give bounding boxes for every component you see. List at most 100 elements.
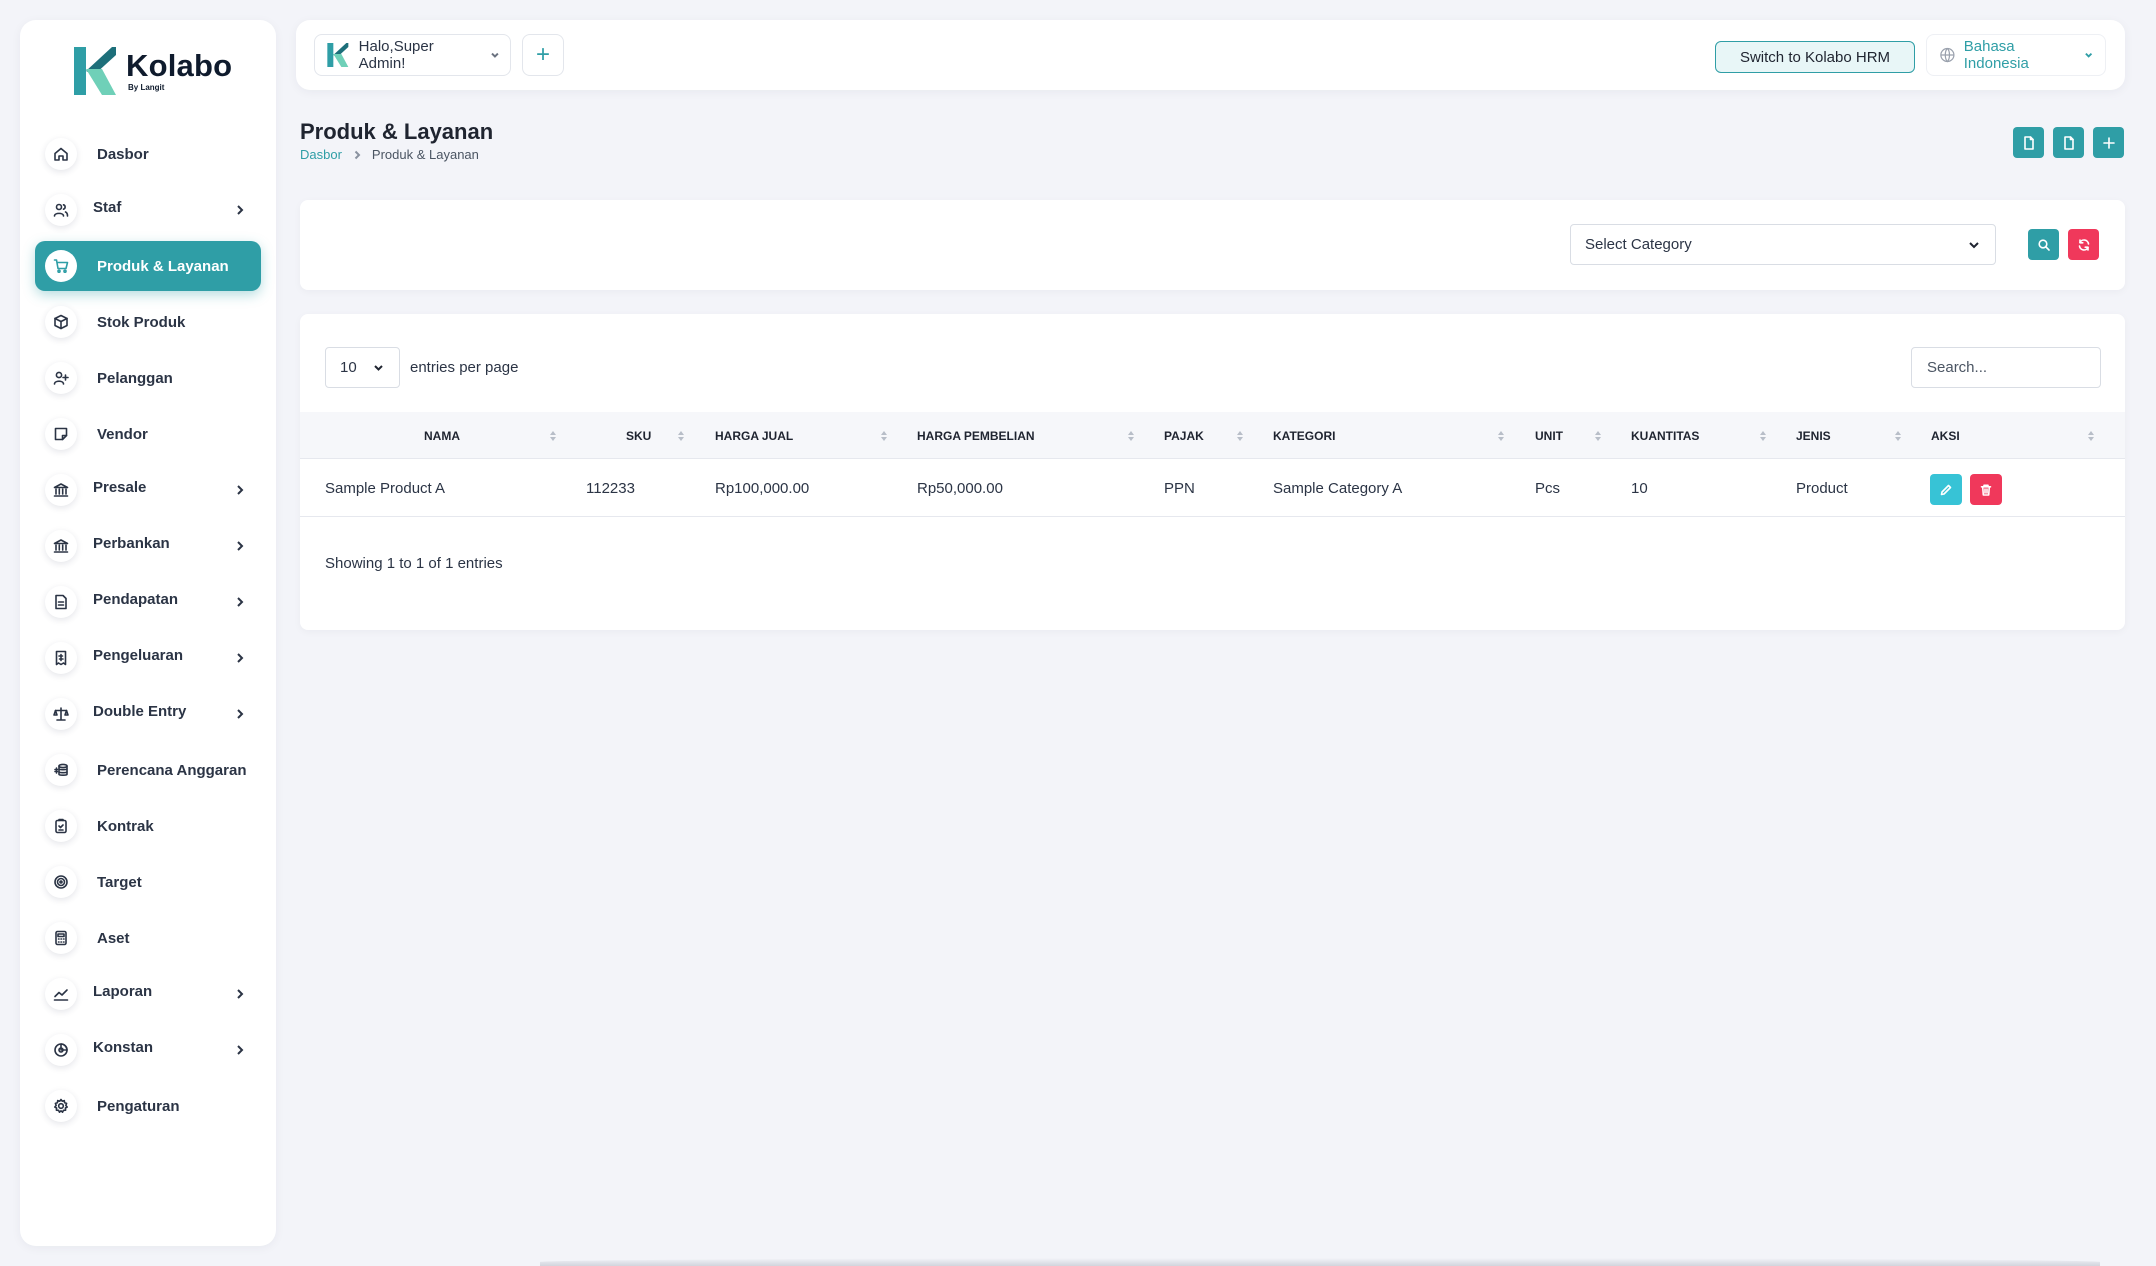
user-plus-icon xyxy=(45,362,77,394)
sidebar-item-label: Dasbor xyxy=(97,145,149,163)
edit-button[interactable] xyxy=(1930,474,1962,505)
sidebar-item-aset[interactable]: Aset xyxy=(35,913,261,963)
sidebar-item-stok-produk[interactable]: Stok Produk xyxy=(35,297,261,347)
col-header-kuantitas[interactable]: KUANTITAS xyxy=(1631,412,1699,459)
clipboard-icon xyxy=(45,810,77,842)
user-menu[interactable]: Halo,Super Admin! xyxy=(314,34,511,76)
sidebar-item-label: Presale xyxy=(93,478,147,496)
col-header-pajak[interactable]: PAJAK xyxy=(1164,412,1204,459)
table-search-input[interactable] xyxy=(1911,347,2101,388)
sidebar-item-konstan[interactable]: Konstan xyxy=(35,1025,261,1075)
chart-line-icon xyxy=(45,978,77,1010)
sort-icon[interactable] xyxy=(677,428,685,444)
import-button[interactable] xyxy=(2013,127,2044,158)
sidebar-item-label: Vendor xyxy=(97,425,148,443)
cell-harga-pembelian: Rp50,000.00 xyxy=(917,479,1003,497)
sort-icon[interactable] xyxy=(2087,428,2095,444)
refresh-icon xyxy=(2078,238,2089,251)
plus-icon xyxy=(2102,136,2115,149)
chevron-right-icon xyxy=(352,150,362,160)
col-header-jenis[interactable]: JENIS xyxy=(1796,412,1831,459)
sidebar-item-label: Perencana Anggaran xyxy=(97,761,247,779)
sidebar-item-vendor[interactable]: Vendor xyxy=(35,409,261,459)
col-header-unit[interactable]: UNIT xyxy=(1535,412,1563,459)
bank-icon xyxy=(45,530,77,562)
category-select[interactable]: Select Category xyxy=(1570,224,1996,265)
per-page-label: entries per page xyxy=(410,359,519,376)
col-header-kategori[interactable]: KATEGORI xyxy=(1273,412,1335,459)
filter-card: Select Category xyxy=(300,200,2125,290)
col-header-aksi[interactable]: AKSI xyxy=(1931,412,1960,459)
export-button[interactable] xyxy=(2053,127,2084,158)
quick-add-button[interactable]: + xyxy=(522,34,564,76)
col-header-nama[interactable]: NAMA xyxy=(424,412,460,459)
user-greeting: Halo,Super Admin! xyxy=(358,38,434,72)
reset-filter-button[interactable] xyxy=(2068,229,2099,260)
col-header-harga-jual[interactable]: HARGA JUAL xyxy=(715,412,793,459)
sidebar-item-produk-layanan[interactable]: Produk & Layanan xyxy=(35,241,261,291)
topbar: Halo,Super Admin! + Switch to Kolabo HRM… xyxy=(296,20,2125,90)
sort-icon[interactable] xyxy=(1497,428,1505,444)
brand-logo[interactable]: Kolabo By Langit xyxy=(72,34,232,108)
pencil-icon xyxy=(1940,484,1952,495)
constant-icon xyxy=(45,1034,77,1066)
sidebar-item-pendapatan[interactable]: Pendapatan xyxy=(35,577,261,627)
cell-nama: Sample Product A xyxy=(325,479,446,497)
breadcrumb: Dasbor Produk & Layanan xyxy=(300,147,479,162)
apply-filter-button[interactable] xyxy=(2028,229,2059,260)
table-info: Showing 1 to 1 of 1 entries xyxy=(325,555,503,572)
coins-icon xyxy=(45,754,77,786)
kolabo-logo-icon xyxy=(74,47,116,95)
sort-icon[interactable] xyxy=(1236,428,1244,444)
sidebar-item-label: Pelanggan xyxy=(97,369,173,387)
table-header: NAMA SKU HARGA JUAL HARGA PEMBELIAN PAJA… xyxy=(300,412,2125,459)
chevron-right-icon xyxy=(237,709,244,719)
sort-icon[interactable] xyxy=(1127,428,1135,444)
cell-unit: Pcs xyxy=(1535,479,1561,497)
chevron-right-icon xyxy=(237,205,244,215)
sidebar-item-presale[interactable]: Presale xyxy=(35,465,261,515)
switch-hrm-button[interactable]: Switch to Kolabo HRM xyxy=(1715,41,1915,73)
sidebar-item-label: Kontrak xyxy=(97,817,154,835)
sort-icon[interactable] xyxy=(1759,428,1767,444)
sidebar-item-perencana-anggaran[interactable]: Perencana Anggaran xyxy=(35,745,261,795)
sidebar-item-kontrak[interactable]: Kontrak xyxy=(35,801,261,851)
sidebar-item-label: Stok Produk xyxy=(97,313,186,331)
row-actions xyxy=(1930,474,2002,505)
sidebar-item-pengeluaran[interactable]: Pengeluaran xyxy=(35,633,261,683)
per-page-select[interactable]: 10 xyxy=(325,347,400,388)
page-actions xyxy=(2013,127,2124,158)
language-selector[interactable]: Bahasa Indonesia xyxy=(1926,34,2106,76)
products-table-card: 10 entries per page NAMA SKU HARGA JUAL … xyxy=(300,314,2125,630)
sidebar-item-dasbor[interactable]: Dasbor xyxy=(35,129,261,179)
entries-per-page: 10 entries per page xyxy=(325,347,518,388)
create-button[interactable] xyxy=(2093,127,2124,158)
calculator-icon xyxy=(45,922,77,954)
sort-icon[interactable] xyxy=(880,428,888,444)
sidebar-item-pengaturan[interactable]: Pengaturan xyxy=(35,1081,261,1131)
col-header-harga-pembelian[interactable]: HARGA PEMBELIAN xyxy=(917,412,1035,459)
delete-button[interactable] xyxy=(1970,474,2002,505)
col-header-sku[interactable]: SKU xyxy=(626,412,651,459)
sidebar-item-staf[interactable]: Staf xyxy=(35,185,261,235)
sidebar-item-label: Pengaturan xyxy=(97,1097,180,1115)
page-title: Produk & Layanan xyxy=(300,119,494,144)
sidebar-item-pelanggan[interactable]: Pelanggan xyxy=(35,353,261,403)
sort-icon[interactable] xyxy=(1594,428,1602,444)
breadcrumb-home-link[interactable]: Dasbor xyxy=(300,147,342,162)
sort-icon[interactable] xyxy=(1894,428,1902,444)
chevron-right-icon xyxy=(237,1045,244,1055)
sort-icon[interactable] xyxy=(549,428,557,444)
cell-pajak: PPN xyxy=(1164,479,1195,497)
scale-icon xyxy=(45,698,77,730)
chevron-right-icon xyxy=(237,485,244,495)
sidebar-item-label: Pendapatan xyxy=(93,590,179,608)
sidebar-item-label: Target xyxy=(97,873,142,891)
sidebar-item-double-entry[interactable]: Double Entry xyxy=(35,689,261,739)
sidebar-item-label: Produk & Layanan xyxy=(97,257,229,275)
sidebar-item-perbankan[interactable]: Perbankan xyxy=(35,521,261,571)
users-icon xyxy=(45,194,77,226)
sidebar-item-target[interactable]: Target xyxy=(35,857,261,907)
sidebar-item-laporan[interactable]: Laporan xyxy=(35,969,261,1019)
chevron-right-icon xyxy=(237,597,244,607)
